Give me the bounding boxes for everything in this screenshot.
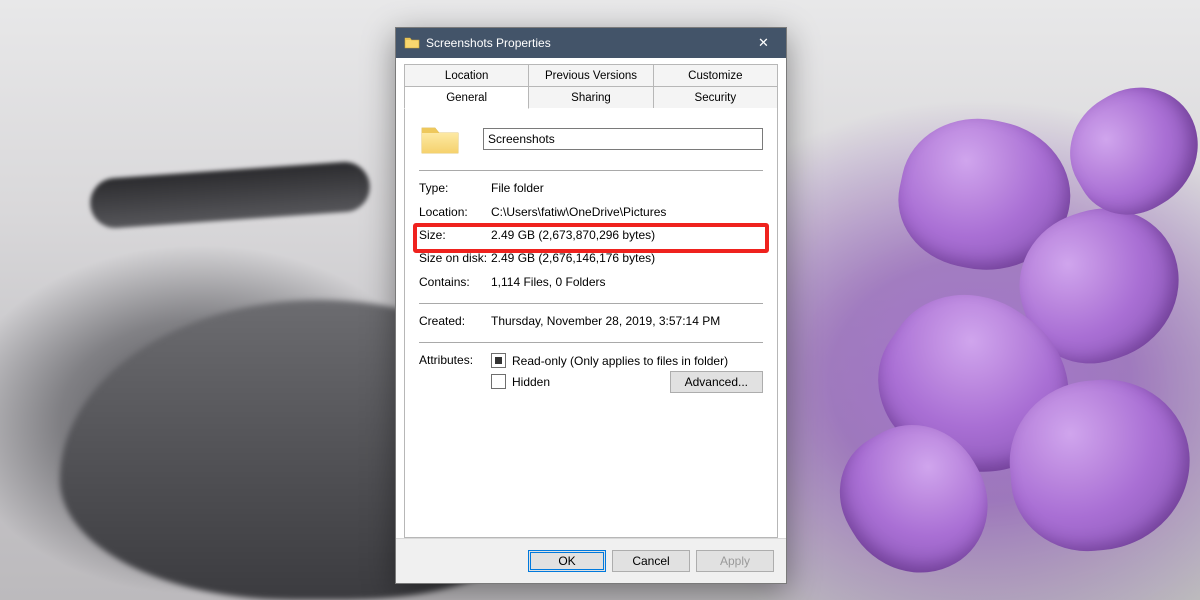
- apply-button[interactable]: Apply: [696, 550, 774, 572]
- tab-label: Sharing: [571, 92, 611, 104]
- separator: [419, 342, 763, 343]
- readonly-checkbox-row[interactable]: Read-only (Only applies to files in fold…: [491, 353, 763, 368]
- folder-large-icon: [419, 120, 461, 158]
- row-type: Type: File folder: [419, 179, 763, 203]
- contains-value: 1,114 Files, 0 Folders: [491, 275, 763, 289]
- attributes-label: Attributes:: [419, 353, 491, 367]
- separator: [419, 303, 763, 304]
- close-icon: ✕: [758, 35, 769, 51]
- tab-page-general: Type: File folder Location: C:\Users\fat…: [404, 108, 778, 538]
- tab-general[interactable]: General: [404, 86, 529, 109]
- tab-location[interactable]: Location: [404, 64, 529, 86]
- ok-button-label: OK: [558, 554, 575, 568]
- created-label: Created:: [419, 314, 491, 328]
- checkbox-empty-icon: [491, 374, 506, 389]
- hidden-checkbox-label: Hidden: [512, 375, 550, 389]
- location-label: Location:: [419, 205, 491, 219]
- tab-label: General: [446, 92, 487, 104]
- row-attributes: Attributes: Read-only (Only applies to f…: [419, 351, 763, 395]
- tab-label: Previous Versions: [545, 70, 637, 82]
- cancel-button-label: Cancel: [632, 554, 669, 568]
- row-created: Created: Thursday, November 28, 2019, 3:…: [419, 312, 763, 336]
- readonly-checkbox-label: Read-only (Only applies to files in fold…: [512, 354, 728, 368]
- tab-customize[interactable]: Customize: [653, 64, 778, 86]
- background-handle-shape: [89, 160, 372, 229]
- type-value: File folder: [491, 181, 763, 195]
- apply-button-label: Apply: [720, 554, 750, 568]
- size-label: Size:: [419, 228, 491, 242]
- tab-sharing[interactable]: Sharing: [528, 86, 653, 108]
- window-title: Screenshots Properties: [426, 36, 741, 50]
- size-value: 2.49 GB (2,673,870,296 bytes): [491, 228, 763, 242]
- separator: [419, 170, 763, 171]
- row-contains: Contains: 1,114 Files, 0 Folders: [419, 273, 763, 297]
- location-value: C:\Users\fatiw\OneDrive\Pictures: [491, 205, 763, 219]
- size-on-disk-value: 2.49 GB (2,676,146,176 bytes): [491, 251, 763, 265]
- cancel-button[interactable]: Cancel: [612, 550, 690, 572]
- dialog-footer: OK Cancel Apply: [396, 538, 786, 583]
- tab-label: Security: [695, 92, 737, 104]
- tab-previous-versions[interactable]: Previous Versions: [528, 64, 653, 86]
- row-size-on-disk: Size on disk: 2.49 GB (2,676,146,176 byt…: [419, 249, 763, 273]
- size-on-disk-label: Size on disk:: [419, 251, 491, 265]
- checkbox-indeterminate-icon: [491, 353, 506, 368]
- tab-security[interactable]: Security: [653, 86, 778, 108]
- contains-label: Contains:: [419, 275, 491, 289]
- advanced-button[interactable]: Advanced...: [670, 371, 763, 393]
- tab-label: Location: [445, 70, 488, 82]
- desktop-background: Screenshots Properties ✕ Location Previo…: [0, 0, 1200, 600]
- properties-dialog: Screenshots Properties ✕ Location Previo…: [395, 27, 787, 584]
- folder-icon: [404, 35, 420, 51]
- folder-name-input[interactable]: [483, 128, 763, 150]
- ok-button[interactable]: OK: [528, 550, 606, 572]
- tab-label: Customize: [688, 70, 742, 82]
- tab-strip: Location Previous Versions Customize Gen…: [404, 64, 778, 108]
- titlebar[interactable]: Screenshots Properties ✕: [396, 28, 786, 58]
- background-flower-petal: [1049, 66, 1200, 235]
- close-button[interactable]: ✕: [741, 28, 786, 58]
- created-value: Thursday, November 28, 2019, 3:57:14 PM: [491, 314, 763, 328]
- type-label: Type:: [419, 181, 491, 195]
- advanced-button-label: Advanced...: [685, 375, 748, 389]
